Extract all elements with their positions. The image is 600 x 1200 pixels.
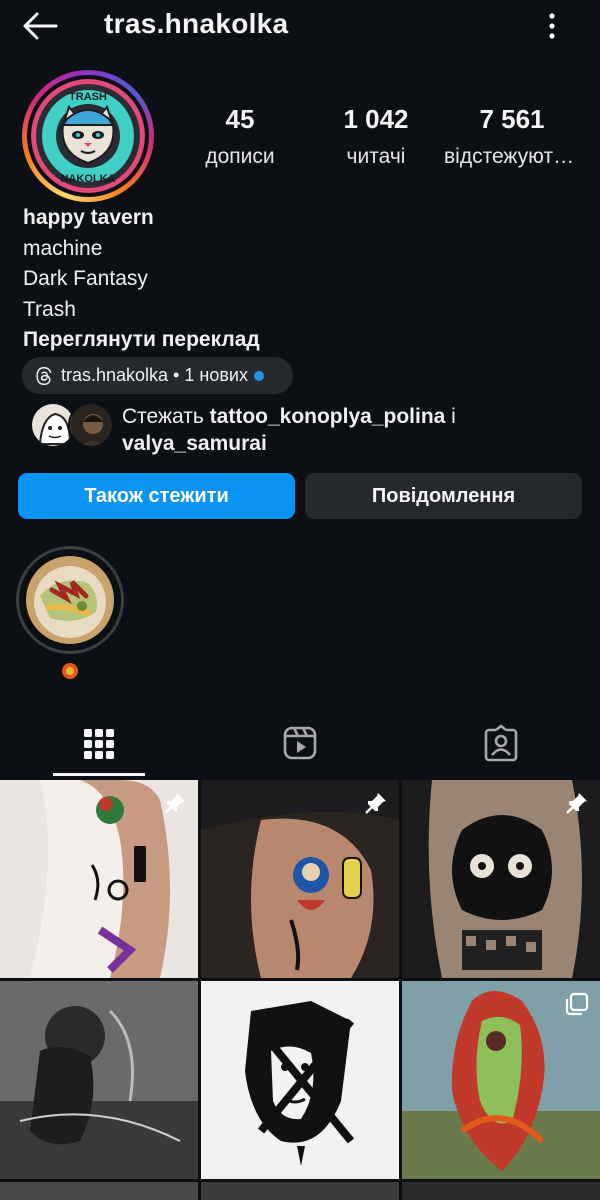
pinned-icon — [566, 793, 587, 814]
following-label: відстежуються — [444, 145, 580, 168]
see-translation-link[interactable]: Переглянути переклад — [23, 325, 583, 356]
stat-posts[interactable]: 45 дописи — [170, 104, 310, 169]
posts-grid — [0, 780, 600, 1200]
svg-text:NAKOLKA: NAKOLKA — [61, 173, 116, 185]
avatar-gap: TRASH NAKOLKA — [27, 75, 149, 197]
threads-badge[interactable]: tras.hnakolka • 1 нових — [22, 357, 293, 394]
mutual-user-link[interactable]: valya_samurai — [122, 432, 267, 455]
back-arrow-icon[interactable] — [22, 10, 58, 42]
active-tab-indicator — [53, 773, 145, 776]
top-bar: tras.hnakolka — [0, 0, 600, 52]
followers-label: читачі — [346, 145, 406, 168]
post-thumbnail[interactable] — [402, 780, 600, 978]
threads-label: tras.hnakolka • 1 нових — [61, 365, 248, 385]
post-thumbnail[interactable] — [201, 780, 399, 978]
reels-tab-icon[interactable] — [276, 722, 324, 766]
tagged-tab-icon[interactable] — [477, 722, 525, 766]
bio: happy tavern machine Dark Fantasy Trash … — [23, 203, 583, 356]
stat-following[interactable]: 7 561 відстежуються — [444, 104, 580, 169]
message-button[interactable]: Повідомлення — [305, 473, 582, 519]
following-count: 7 561 — [479, 104, 545, 134]
bio-line: Dark Fantasy — [23, 267, 148, 290]
post-thumbnail[interactable] — [402, 981, 600, 1179]
followers-count: 1 042 — [343, 104, 409, 134]
pinned-icon — [365, 793, 386, 814]
pinned-icon — [164, 793, 185, 814]
post-thumbnail[interactable] — [0, 1182, 198, 1200]
trash-nakolka-logo: TRASH NAKOLKA — [31, 79, 145, 193]
threads-icon — [36, 366, 52, 385]
posts-label: дописи — [205, 145, 275, 168]
bio-line: machine — [23, 236, 103, 260]
avatar[interactable]: TRASH NAKOLKA — [31, 79, 145, 193]
highlight-emoji-icon — [62, 663, 78, 679]
post-thumbnail[interactable] — [201, 1182, 399, 1200]
story-ring[interactable]: TRASH NAKOLKA — [22, 70, 154, 202]
mutual-avatar — [68, 402, 114, 448]
carousel-icon — [565, 992, 589, 1016]
post-thumbnail[interactable] — [402, 1182, 600, 1200]
follow-back-button[interactable]: Також стежити — [18, 473, 295, 519]
unread-dot — [253, 370, 264, 381]
posts-count: 45 — [225, 104, 255, 134]
post-thumbnail[interactable] — [0, 780, 198, 978]
post-thumbnail[interactable] — [201, 981, 399, 1179]
display-name: happy tavern — [23, 206, 154, 229]
highlight-cover — [26, 556, 114, 644]
posts-grid-tab-icon[interactable] — [75, 722, 123, 766]
story-highlight[interactable] — [16, 546, 124, 654]
mutual-followers-text: Стежать tattoo_konoplya_polina і valya_s… — [122, 405, 456, 455]
profile-username: tras.hnakolka — [104, 8, 289, 39]
more-options-icon[interactable] — [540, 10, 564, 42]
post-thumbnail[interactable] — [0, 981, 198, 1179]
svg-text:TRASH: TRASH — [69, 91, 107, 103]
mutual-user-link[interactable]: tattoo_konoplya_polina — [210, 405, 446, 428]
mutual-followers[interactable]: Стежать tattoo_konoplya_polina і valya_s… — [30, 400, 590, 455]
bio-line: Trash — [23, 297, 76, 321]
stat-followers[interactable]: 1 042 читачі — [306, 104, 446, 169]
